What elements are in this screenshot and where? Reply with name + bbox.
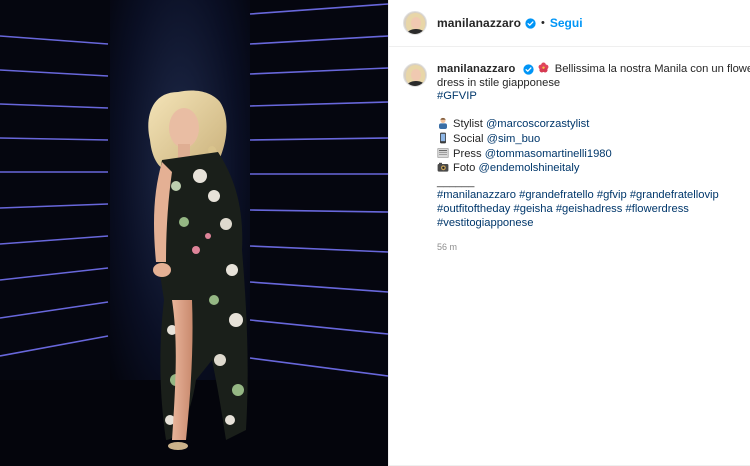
credit-label: Press xyxy=(453,147,482,160)
verified-badge-icon xyxy=(525,17,536,29)
credit-line: Press @tommasomartinelli1980 xyxy=(437,147,737,162)
credit-handle-link[interactable]: @tommasomartinelli1980 xyxy=(485,148,612,160)
caption-username[interactable]: manilanazzaro xyxy=(437,63,515,75)
hashtag-link[interactable]: #gfvip xyxy=(597,189,627,201)
person-emoji-icon xyxy=(439,118,447,130)
hashtags-line: #outfitoftheday #geisha #geishadress #fl… xyxy=(437,203,737,217)
post-details-panel: manilanazzaro • Segui manilanazzaro Bell… xyxy=(388,0,750,466)
credit-label: Stylist xyxy=(453,118,483,131)
credit-label: Foto xyxy=(453,162,476,175)
hashtag-link[interactable]: #flowerdress xyxy=(625,203,688,215)
hashtags-line: #vestitogiapponese xyxy=(437,217,737,231)
credit-handle-link[interactable]: @endemolshineitaly xyxy=(479,162,580,174)
camera-emoji-icon xyxy=(437,162,449,172)
caption-text-line-1: Bellissima la nostra Manila con un flowe… xyxy=(554,63,750,75)
hibiscus-flower-emoji-icon xyxy=(538,62,549,73)
post-header: manilanazzaro • Segui xyxy=(389,0,750,47)
hashtags-line: #manilanazzaro #grandefratello #gfvip #g… xyxy=(437,189,737,203)
hashtag-link[interactable]: #GFVIP xyxy=(437,90,477,102)
newspaper-emoji-icon xyxy=(437,147,449,158)
credit-line: Foto @endemolshineitaly xyxy=(437,161,737,176)
hashtag-link[interactable]: #geishadress xyxy=(556,203,623,215)
credit-handle-link[interactable]: @sim_buo xyxy=(487,133,541,145)
instagram-post: manilanazzaro • Segui manilanazzaro Bell… xyxy=(0,0,750,466)
caption-row: manilanazzaro Bellissima la nostra Manil… xyxy=(389,47,750,255)
hashtag-link[interactable]: #geisha xyxy=(514,203,553,215)
follow-button[interactable]: Segui xyxy=(550,16,583,30)
caption-text-line-2: dress in stile giapponese xyxy=(437,76,561,89)
hashtag-link[interactable]: #outfitoftheday xyxy=(437,203,510,215)
header-username[interactable]: manilanazzaro xyxy=(437,16,521,30)
credit-line: Stylist @marcoscorzastylist xyxy=(437,117,737,132)
hashtag-link[interactable]: #vestitogiapponese xyxy=(437,217,533,229)
post-photo[interactable] xyxy=(0,0,388,466)
hashtag-link[interactable]: #manilanazzaro xyxy=(437,189,516,201)
phone-emoji-icon xyxy=(440,132,446,144)
caption-avatar[interactable] xyxy=(403,63,427,87)
caption-line-1: manilanazzaro Bellissima la nostra Manil… xyxy=(437,62,750,77)
caption: manilanazzaro Bellissima la nostra Manil… xyxy=(437,62,750,255)
separator-dot: • xyxy=(541,17,545,29)
credit-label: Social xyxy=(453,132,484,145)
verified-badge-icon xyxy=(522,63,534,75)
post-photo-illustration xyxy=(0,0,388,466)
caption-divider: ______ xyxy=(437,175,475,188)
post-timestamp[interactable]: 56 m xyxy=(437,241,737,255)
credit-handle-link[interactable]: @marcoscorzastylist xyxy=(486,118,589,130)
avatar[interactable] xyxy=(403,11,427,35)
hashtag-link[interactable]: #grandefratello xyxy=(519,189,594,201)
hashtag-link[interactable]: #grandefratellovip xyxy=(630,189,719,201)
credit-line: Social @sim_buo xyxy=(437,132,737,147)
